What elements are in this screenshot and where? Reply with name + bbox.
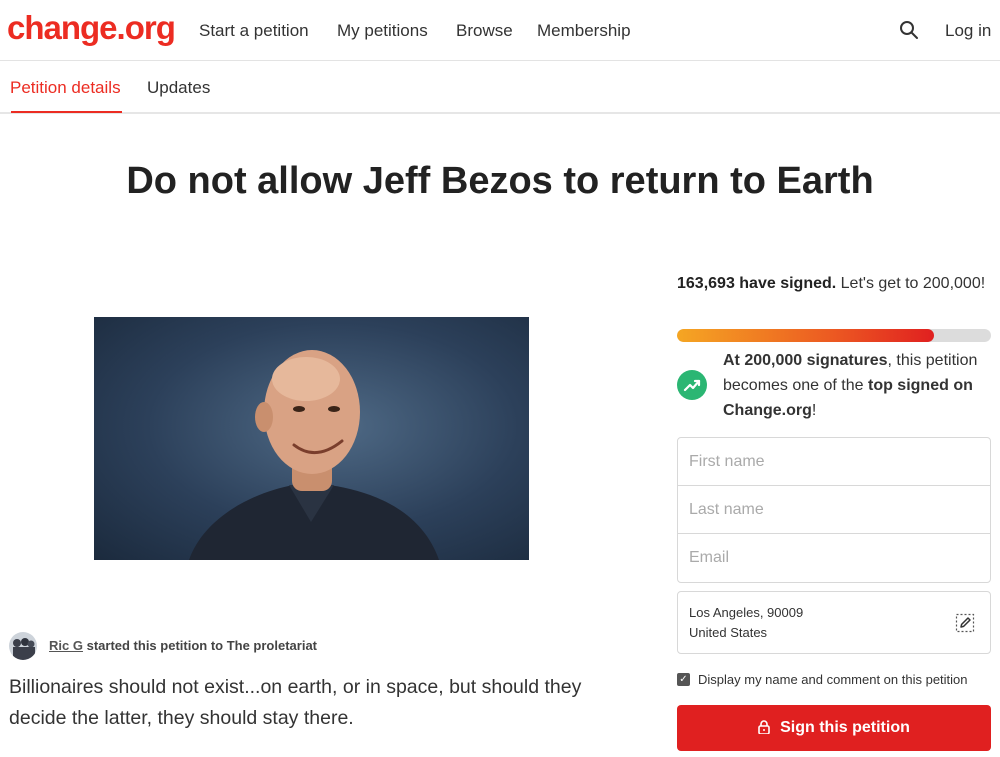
avatar[interactable] bbox=[9, 632, 37, 660]
sign-petition-button[interactable]: Sign this petition bbox=[677, 705, 991, 751]
progress-fill bbox=[677, 329, 935, 342]
display-name-consent: ✓ Display my name and comment on this pe… bbox=[677, 672, 991, 688]
signed-count: 163,693 have signed. bbox=[677, 275, 837, 292]
milestone-bold: At 200,000 signatures bbox=[723, 352, 888, 369]
first-name-field[interactable] bbox=[678, 438, 990, 486]
tab-updates[interactable]: Updates bbox=[147, 78, 210, 98]
signer-form bbox=[677, 437, 991, 583]
location-field[interactable]: Los Angeles, 90009 United States bbox=[677, 591, 991, 654]
trending-up-icon bbox=[677, 370, 707, 400]
started-text: started this petition to The proletariat bbox=[86, 638, 318, 653]
email-field[interactable] bbox=[678, 534, 990, 582]
petition-photo bbox=[94, 317, 529, 560]
milestone-text: At 200,000 signatures, this petition bec… bbox=[723, 348, 991, 423]
login-link[interactable]: Log in bbox=[945, 21, 991, 41]
edit-icon[interactable] bbox=[955, 613, 975, 633]
change-org-logo[interactable]: change.org bbox=[7, 9, 176, 47]
nav-membership[interactable]: Membership bbox=[537, 21, 631, 41]
petition-title: Do not allow Jeff Bezos to return to Ear… bbox=[126, 160, 874, 202]
petition-tabs: Petition details Updates bbox=[0, 61, 1000, 114]
consent-checkbox[interactable]: ✓ bbox=[677, 673, 690, 686]
signature-progress-bar bbox=[677, 329, 991, 342]
nav-start-petition[interactable]: Start a petition bbox=[199, 21, 309, 41]
nav-browse[interactable]: Browse bbox=[456, 21, 513, 41]
search-icon[interactable] bbox=[899, 20, 919, 40]
consent-label: Display my name and comment on this peti… bbox=[698, 672, 968, 687]
sign-button-label: Sign this petition bbox=[780, 719, 910, 736]
starter-text: Ric G started this petition to The prole… bbox=[49, 638, 317, 653]
top-navigation: change.org Start a petition My petitions… bbox=[0, 0, 1000, 61]
signature-count: 163,693 have signed. Let's get to 200,00… bbox=[677, 272, 991, 296]
location-city: Los Angeles, 90009 bbox=[689, 605, 804, 620]
lock-icon bbox=[758, 720, 770, 734]
location-country: United States bbox=[689, 625, 768, 640]
author-link[interactable]: Ric G bbox=[49, 638, 83, 653]
last-name-field[interactable] bbox=[678, 486, 990, 534]
tab-petition-details[interactable]: Petition details bbox=[10, 78, 121, 98]
milestone-end: ! bbox=[811, 402, 817, 419]
petition-description: Billionaires should not exist...on earth… bbox=[9, 676, 582, 729]
active-tab-indicator bbox=[11, 111, 122, 113]
signature-goal: Let's get to 200,000! bbox=[840, 275, 986, 292]
nav-my-petitions[interactable]: My petitions bbox=[337, 21, 428, 41]
